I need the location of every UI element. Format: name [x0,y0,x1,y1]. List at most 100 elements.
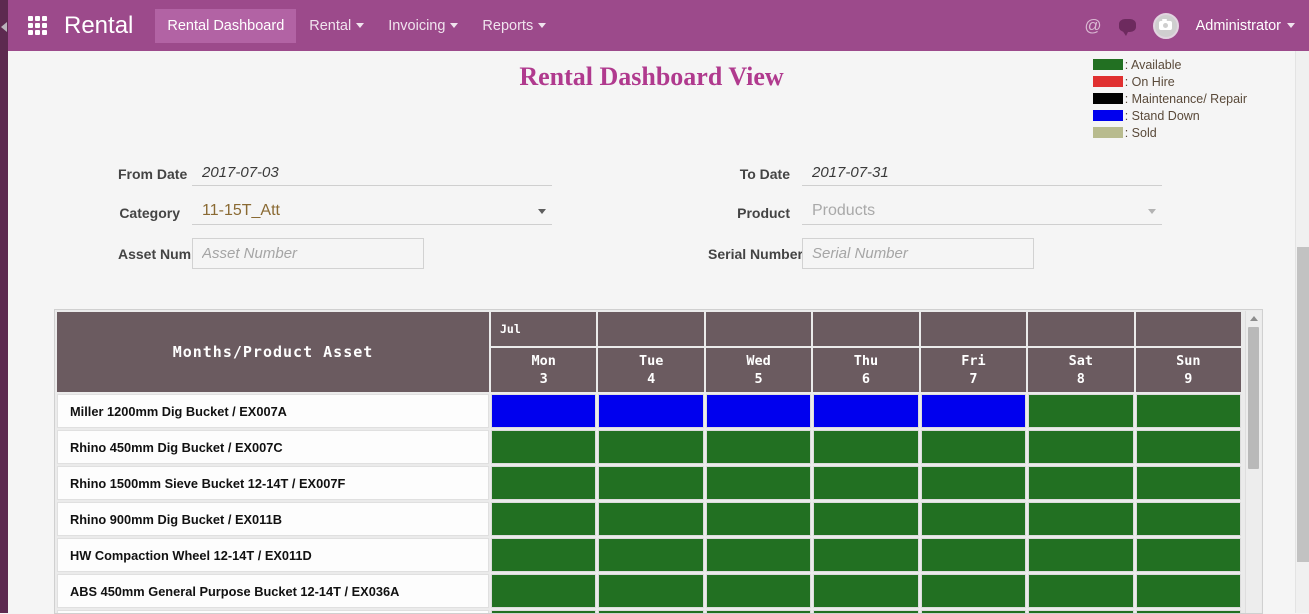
collapsed-sidebar-rail[interactable] [0,0,8,613]
sidebar-collapse-arrow-icon[interactable] [1,22,7,32]
availability-cell-available[interactable] [813,466,919,500]
brand-title: Rental [64,11,134,39]
availability-cell-available[interactable] [920,538,1027,572]
availability-cell-available[interactable] [813,430,919,464]
day-of-week-label: Sat [1068,352,1094,369]
availability-cell-available[interactable] [491,538,597,572]
menu-item-label: Invoicing [388,17,446,34]
apps-grid-glyph [27,16,47,35]
availability-cell-available[interactable] [705,502,812,536]
apps-grid-icon[interactable] [18,16,56,35]
availability-cell-available[interactable] [598,430,704,464]
availability-cell-available[interactable] [598,466,704,500]
day-of-week-label: Fri [961,352,986,369]
asset-label-cell: Rhino 1500mm Sieve Bucket 12-14T / EX007… [57,466,489,500]
availability-cell-available[interactable] [1028,502,1134,536]
menu-item-invoicing[interactable]: Invoicing [377,10,469,42]
availability-cell-available[interactable] [598,574,704,608]
availability-cell-available[interactable] [491,502,597,536]
menu-item-reports[interactable]: Reports [471,10,557,42]
availability-cell-available[interactable] [1135,502,1241,536]
page-vertical-scrollbar[interactable] [1295,51,1309,613]
asset-label-cell: Rhino 450mm Dig Bucket / EX007C [57,430,489,464]
to-date-input[interactable] [802,162,1162,186]
chat-bubble-icon[interactable] [1118,19,1136,36]
product-select[interactable] [802,200,1162,225]
product-label: Product [737,204,790,221]
availability-cell-available[interactable] [598,538,704,572]
from-date-label: From Date [118,166,188,182]
category-select[interactable] [192,200,552,225]
availability-cell-available[interactable] [1135,538,1241,572]
day-header-thu: Thu 6 [813,348,919,392]
availability-cell-available[interactable] [705,574,812,608]
availability-cell-available[interactable] [1135,394,1241,428]
page-scrollbar-thumb[interactable] [1297,247,1309,562]
mention-at-icon[interactable]: @ [1084,17,1101,34]
menu-item-label: Rental Dashboard [167,17,285,34]
table-row: Rhino 1500mm Sieve Bucket 12-14T / EX007… [57,466,1241,500]
legend-label: : On Hire [1124,74,1175,89]
table-header-row-month: Months/Product Asset Jul [57,312,1241,392]
field-asset-number: Asset Number [118,238,424,269]
serial-number-label: Serial Number [708,245,803,262]
availability-cell-available[interactable] [1028,574,1134,608]
availability-cell-stand_down[interactable] [598,394,704,428]
availability-cell-available[interactable] [813,502,919,536]
user-menu[interactable]: Administrator [1196,18,1295,34]
availability-cell-stand_down[interactable] [705,394,812,428]
month-header-blank-3 [813,312,919,346]
legend-label: : Maintenance/ Repair [1124,91,1247,106]
availability-cell-stand_down[interactable] [491,394,597,428]
availability-cell-available[interactable] [1135,430,1241,464]
availability-cell-available[interactable] [813,538,919,572]
legend-swatch [1092,59,1123,70]
availability-cell-available[interactable] [491,430,597,464]
grid-scrollbar-thumb[interactable] [1248,327,1259,469]
availability-cell-available[interactable] [1028,394,1134,428]
legend-swatch [1092,76,1123,87]
availability-cell-available[interactable] [491,466,597,500]
day-of-week-label: Tue [638,352,664,369]
availability-cell-available[interactable] [598,502,704,536]
availability-cell-available[interactable] [920,574,1027,608]
availability-table: Months/Product Asset Jul Mon 3 Tue 4 Wed 5 Thu… [55,310,1243,613]
table-row: Rhino 900mm Dig Bucket / EX011B [57,502,1241,536]
availability-cell-available[interactable] [1028,538,1134,572]
scroll-up-arrow-icon[interactable] [1250,316,1258,321]
field-product: Product [708,200,1162,225]
day-of-week-label: Mon [531,352,556,369]
grid-vertical-scrollbar[interactable] [1245,311,1261,613]
day-of-month-label: 4 [647,371,656,387]
availability-cell-available[interactable] [491,574,597,608]
menu-item-label: Rental [309,17,352,34]
asset-label-cell: Miller 1200mm Dig Bucket / EX007A [57,394,489,428]
menu-item-rental-dashboard[interactable]: Rental Dashboard [155,8,297,43]
availability-cell-available[interactable] [705,466,812,500]
menu-item-rental[interactable]: Rental [298,10,375,42]
serial-number-input[interactable] [802,238,1034,269]
day-header-sun: Sun 9 [1135,348,1241,392]
availability-cell-available[interactable] [920,502,1027,536]
from-date-input[interactable] [192,162,552,186]
table-row: Rhino 450mm Dig Bucket / EX007C [57,430,1241,464]
availability-cell-available[interactable] [813,574,919,608]
availability-cell-available[interactable] [705,430,812,464]
availability-cell-available[interactable] [1135,466,1241,500]
navbar-right-tools: @ Administrator [1084,12,1309,39]
legend-item-maintenance: : Maintenance/ Repair [1092,90,1247,107]
availability-cell-available[interactable] [705,538,812,572]
availability-cell-available[interactable] [1028,466,1134,500]
availability-cell-available[interactable] [1135,574,1241,608]
availability-cell-available[interactable] [920,430,1027,464]
avatar[interactable] [1152,12,1179,39]
month-header-jul: Jul [491,312,597,346]
asset-number-input[interactable] [192,238,424,269]
field-serial-number: Serial Number [708,238,1034,269]
filter-form: From Date Category Asset Number To Date … [8,118,1295,269]
availability-cell-available[interactable] [920,466,1027,500]
availability-cell-stand_down[interactable] [813,394,919,428]
availability-cell-stand_down[interactable] [920,394,1027,428]
day-of-week-label: Sun [1176,352,1201,369]
availability-cell-available[interactable] [1028,430,1134,464]
